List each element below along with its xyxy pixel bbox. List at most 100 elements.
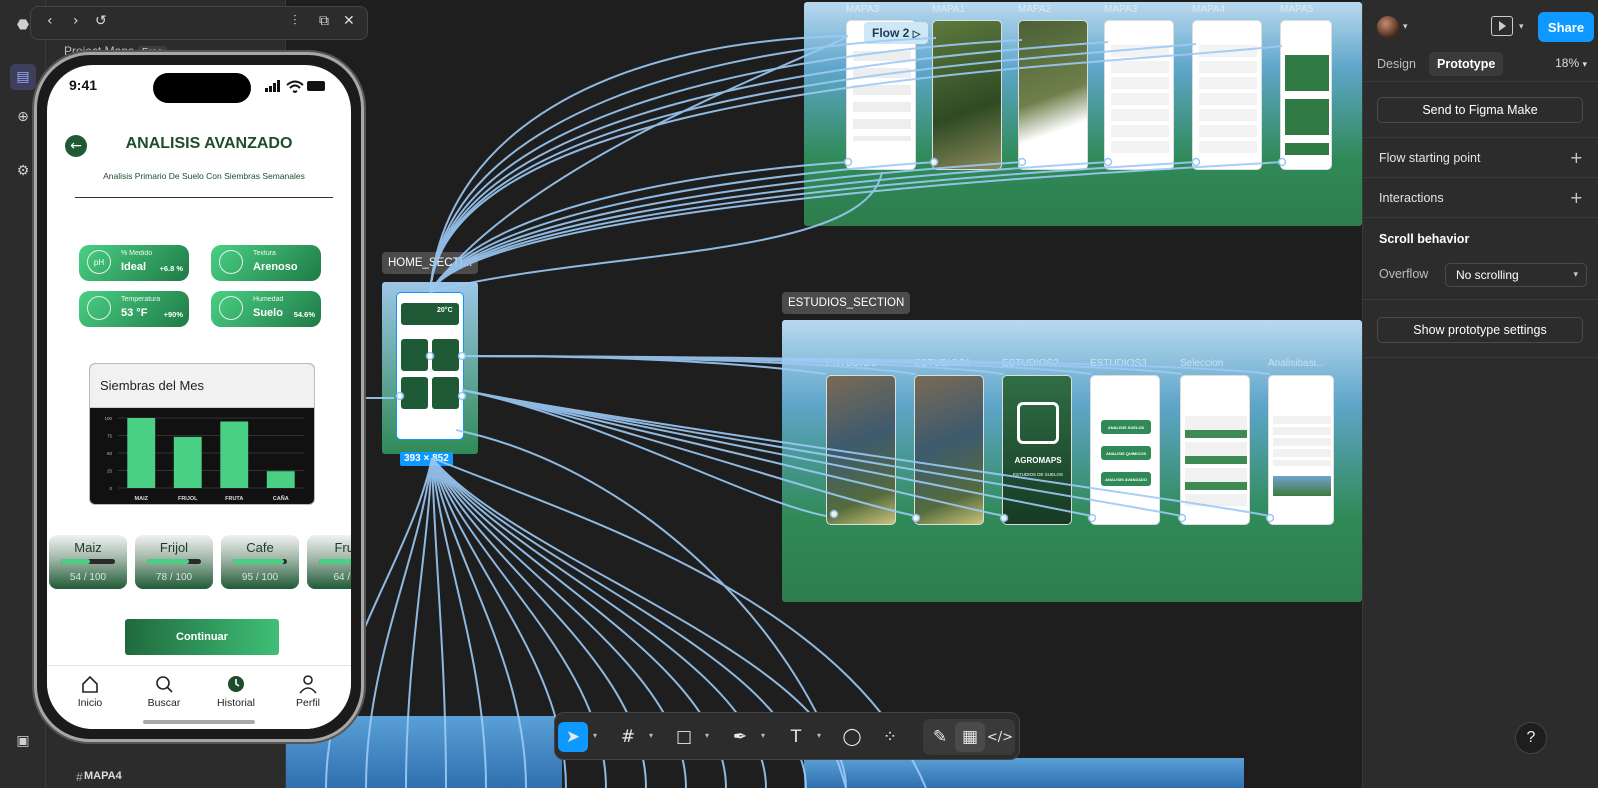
metric-change: 54.6% [293,310,315,319]
design-mode-icon[interactable]: ▦ [955,722,985,752]
open-external-icon[interactable]: ⧉ [319,13,329,29]
metric-label: % Medido [121,250,153,257]
connection-node[interactable] [395,391,405,401]
send-to-figma-make-button[interactable]: Send to Figma Make [1377,97,1583,123]
crop-name: Frut [334,540,351,555]
show-prototype-settings-button[interactable]: Show prototype settings [1377,317,1583,343]
forward-arrow-icon[interactable]: › [73,13,79,29]
dev-mode-icon[interactable]: </> [985,722,1015,752]
interactions-label: Interactions [1379,191,1444,205]
connection-line [429,43,1197,293]
connection-node[interactable] [1017,157,1027,167]
continuar-button[interactable]: Continuar [125,619,279,655]
move-tool-icon[interactable]: ➤ [558,722,588,752]
metric-value: Ideal [121,261,147,273]
connection-node[interactable] [1177,513,1187,523]
zoom-level[interactable]: 18% ▾ [1555,56,1587,70]
tab-perfil[interactable]: Perfil [273,674,343,709]
chart-title: Siembras del Mes [100,378,205,393]
metric-label: Humedad [253,296,284,303]
tab-historial[interactable]: Historial [201,674,271,709]
present-caret-icon[interactable]: ▾ [1519,22,1524,32]
crop-card[interactable]: Frut 64 / 1 [307,535,351,589]
rectangle-tool-icon[interactable]: □ [669,722,699,752]
connection-node[interactable] [1103,157,1113,167]
humidity-icon [219,296,243,320]
share-button[interactable]: Share [1538,12,1594,42]
bar-maiz [127,418,156,488]
crop-card[interactable]: Maiz 54 / 100 [49,535,127,589]
add-interaction-icon[interactable]: + [1570,188,1583,207]
file-icon[interactable]: ▤ [10,64,36,90]
pen-tool-caret[interactable]: ▾ [761,731,765,740]
back-arrow-icon[interactable]: ‹ [47,13,53,29]
crop-card[interactable]: Frijol 78 / 100 [135,535,213,589]
connection-node[interactable] [457,351,467,361]
design-canvas[interactable]: MAPA3 MAPA1 MAPA2 MAPA3 MAPA4 MAPA5 Flow 2 ▷ … [286,0,1362,788]
connection-node[interactable] [1277,157,1287,167]
text-tool-caret[interactable]: ▾ [817,731,821,740]
add-circle-icon[interactable]: ⊕ [10,104,36,130]
page-title: ANALISIS AVANZADO [125,135,293,152]
wifi-icon [286,80,304,93]
bar-caña [266,471,295,488]
crop-progress-bar [147,559,201,564]
connection-node[interactable] [843,157,853,167]
help-button[interactable]: ? [1515,722,1547,754]
siembras-chart-card: Siembras del Mes 0 25 50 75 100 MAIZ FRIJOL FRU… [89,363,315,505]
crop-progress-bar [319,559,351,564]
overflow-label: Overflow [1379,267,1429,281]
metric-card: Textura Arenoso [211,245,321,281]
tab-inicio[interactable]: Inicio [55,674,125,709]
settings-icon[interactable]: ⚙ [10,158,36,184]
add-flow-icon[interactable]: + [1570,148,1583,167]
connection-node[interactable] [999,513,1009,523]
phone-screen[interactable]: 9:41 ← ANALISIS AVANZADO Analisis Primar… [47,65,351,729]
connection-node[interactable] [929,157,939,167]
draw-mode-icon[interactable]: ✎ [925,722,955,752]
text-tool-icon[interactable]: T [781,722,811,752]
clock-icon [228,676,244,692]
overflow-select[interactable]: No scrolling ▾ [1445,263,1587,287]
crop-card[interactable]: Cafe 95 / 100 [221,535,299,589]
connection-node[interactable] [911,513,921,523]
avatar[interactable] [1377,16,1399,38]
actions-icon[interactable]: ⁘ [875,722,905,752]
comment-tool-icon[interactable]: ◯ [837,722,867,752]
connection-node[interactable] [829,509,839,519]
present-icon[interactable] [1491,16,1513,36]
tab-buscar[interactable]: Buscar [129,674,199,709]
close-icon[interactable]: ✕ [343,13,355,29]
phone-preview: 9:41 ← ANALISIS AVANZADO Analisis Primar… [34,52,364,742]
move-tool-caret[interactable]: ▾ [593,731,597,740]
signal-icon [265,80,280,92]
pen-tool-icon[interactable]: ✒ [725,722,755,752]
frame-tool-caret[interactable]: ▾ [649,731,653,740]
bar-frijol [173,436,202,488]
connection-line [461,389,1005,517]
settings-section: Show prototype settings [1363,300,1598,358]
prototype-connections [325,35,1287,788]
frame-tool-icon[interactable]: # [613,722,643,752]
connection-node[interactable] [425,351,435,361]
connection-node[interactable] [457,391,467,401]
metric-change: +6.8 % [159,264,183,273]
connection-node[interactable] [1265,513,1275,523]
crop-value: 64 / 1 [333,572,351,583]
home-icon [82,675,98,693]
chevron-down-icon: ▾ [1573,270,1578,280]
scroll-behavior-label: Scroll behavior [1379,232,1470,246]
connection-node[interactable] [1087,513,1097,523]
shape-tool-caret[interactable]: ▾ [705,731,709,740]
text-ai-icon[interactable]: ▣ [10,728,36,754]
connection-line [429,171,883,293]
avatar-caret-icon[interactable]: ▾ [1403,22,1408,32]
connection-node[interactable] [1191,157,1201,167]
layer-item-mapa4[interactable]: MAPA4 [84,770,122,782]
metric-value: Arenoso [253,261,298,273]
flow-start-section: Flow starting point + [1363,138,1598,178]
tab-design[interactable]: Design [1369,52,1424,76]
adjust-icon[interactable]: ⫶ [293,13,297,29]
tab-prototype[interactable]: Prototype [1429,52,1504,76]
restart-icon[interactable]: ↺ [95,13,107,29]
